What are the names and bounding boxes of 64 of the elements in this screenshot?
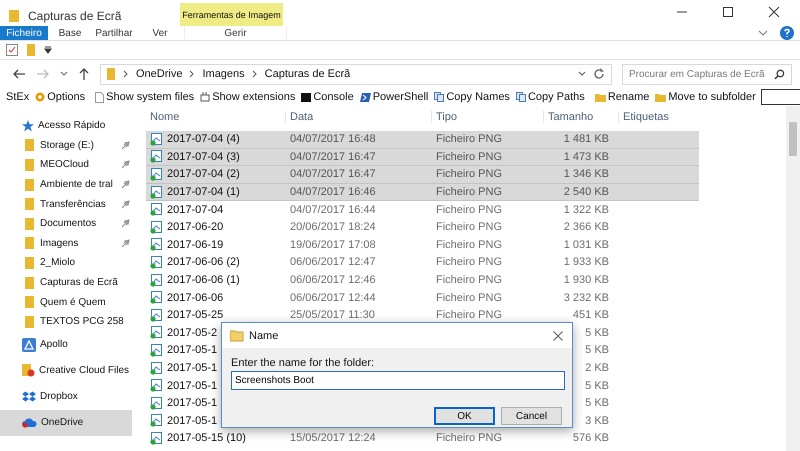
date-cell: 15/05/2017 12:24 [290, 432, 376, 444]
file-name: 2017-06-06 [167, 292, 224, 304]
date-cell: 04/07/2017 16:47 [290, 150, 376, 163]
size-cell: 5 KB [585, 397, 609, 410]
type-cell: Ficheiro PNG [436, 186, 502, 198]
date-cell: 04/07/2017 16:46 [290, 186, 376, 198]
size-cell: 3 KB [585, 414, 609, 427]
date-cell: 04/07/2017 16:44 [290, 204, 376, 216]
date-cell: 20/06/2017 18:24 [290, 221, 376, 234]
file-name: 2017-05-1 [167, 414, 218, 427]
size-cell: 1 473 KB [564, 150, 609, 163]
size-cell: 2 366 KB [564, 221, 609, 234]
size-cell: 5 KB [585, 380, 609, 392]
file-name: 2017-07-04 (4) [167, 133, 240, 146]
size-cell: 576 KB [572, 432, 609, 444]
size-cell: 1 031 KB [564, 238, 609, 251]
type-cell: Ficheiro PNG [436, 221, 502, 234]
type-cell: Ficheiro PNG [436, 256, 502, 268]
date-cell: 06/06/2017 12:47 [290, 256, 376, 268]
size-cell: 451 KB [572, 309, 609, 322]
date-cell: 04/07/2017 16:47 [290, 168, 376, 180]
file-name: 2017-05-25 [167, 309, 224, 322]
file-name: 2017-06-19 [167, 238, 224, 251]
file-name: 2017-05-2 [167, 326, 218, 339]
file-name: 2017-07-04 (3) [167, 150, 240, 163]
file-name: 2017-07-04 (1) [167, 186, 240, 198]
size-cell: 1 930 KB [564, 274, 609, 286]
type-cell: Ficheiro PNG [436, 150, 502, 163]
window-title: Capturas de Ecrã [28, 8, 122, 22]
file-name: 2017-05-1 [167, 397, 218, 410]
size-cell: 1 933 KB [564, 256, 609, 268]
type-cell: Ficheiro PNG [436, 432, 502, 444]
file-name: 2017-07-04 (2) [167, 168, 240, 180]
size-cell: 5 KB [585, 326, 609, 339]
size-cell: 5 KB [585, 344, 609, 356]
size-cell: 1 346 KB [564, 168, 609, 180]
type-cell: Ficheiro PNG [436, 309, 502, 322]
size-cell: 2 KB [585, 362, 609, 374]
file-name: 2017-06-20 [167, 221, 224, 234]
type-cell: Ficheiro PNG [436, 204, 502, 216]
type-cell: Ficheiro PNG [436, 292, 502, 304]
date-cell: 06/06/2017 12:46 [290, 274, 376, 286]
type-cell: Ficheiro PNG [436, 133, 502, 146]
size-cell: 3 232 KB [564, 292, 609, 304]
type-cell: Ficheiro PNG [436, 168, 502, 180]
size-cell: 2 540 KB [564, 186, 609, 198]
file-name: 2017-06-06 (1) [167, 274, 240, 286]
prompt-text: Enter the name for the folder: [231, 357, 376, 369]
file-name: 2017-05-15 (10) [167, 432, 246, 444]
date-cell: 25/05/2017 11:30 [290, 309, 375, 322]
size-cell: 1 322 KB [564, 204, 609, 216]
date-cell: 04/07/2017 16:48 [290, 133, 376, 146]
file-name: 2017-07-04 [167, 204, 224, 216]
date-cell: 19/06/2017 17:08 [290, 238, 376, 251]
file-name: 2017-05-1 [167, 344, 218, 356]
size-cell: 1 481 KB [564, 133, 609, 146]
file-name: 2017-05-1 [167, 380, 218, 392]
context-group-label: Ferramentas de Imagem [180, 3, 283, 26]
file-name: 2017-06-06 (2) [167, 256, 240, 268]
dialog-title: Name [249, 330, 278, 342]
file-name: 2017-05-1 [167, 362, 218, 374]
type-cell: Ficheiro PNG [436, 238, 502, 251]
type-cell: Ficheiro PNG [436, 274, 502, 286]
date-cell: 06/06/2017 12:44 [290, 292, 376, 304]
